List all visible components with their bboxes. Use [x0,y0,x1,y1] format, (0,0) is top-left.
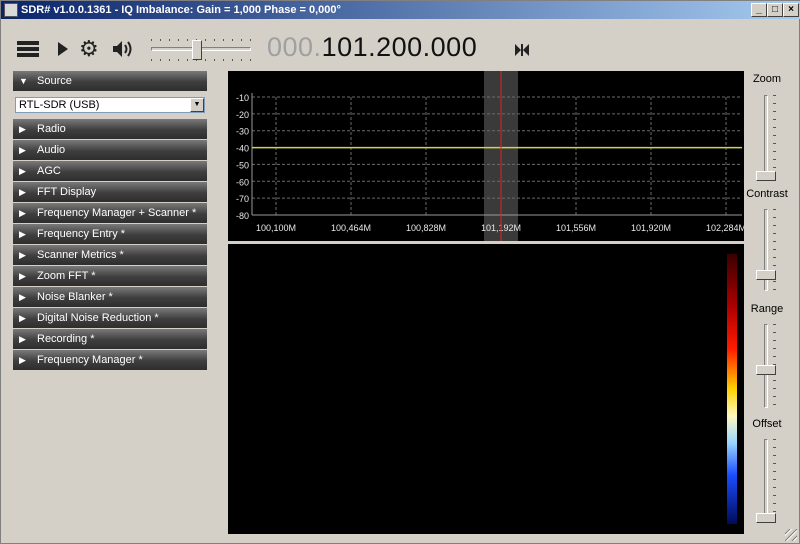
contrast-thumb[interactable] [756,270,776,280]
expand-arrow-icon: ▶ [19,355,26,365]
play-icon[interactable] [53,37,77,61]
panel-header-item[interactable]: ▶ Recording * [13,329,207,349]
offset-slider[interactable] [753,439,781,523]
contrast-slider[interactable] [753,209,781,291]
waterfall-color-bar [727,254,737,524]
source-select-value: RTL-SDR (USB) [19,99,100,111]
y-tick-label: -80 [236,211,249,221]
y-tick-label: -10 [236,93,249,103]
spectrum-plot: -10 -20 -30 -40 -50 -60 -70 -80 100,100M 100,464M… [236,71,744,241]
panel-header-item[interactable]: ▶ Frequency Manager + Scanner * [13,203,207,223]
app-icon[interactable] [4,3,18,17]
panel-header-label: Zoom FFT * [37,270,96,282]
window-title: SDR# v1.0.0.1361 - IQ Imbalance: Gain = … [21,4,341,16]
offset-groove [764,439,768,523]
menu-icon[interactable] [17,37,41,61]
x-tick-label: 100,464M [331,223,371,233]
contrast-label: Contrast [746,188,788,200]
y-tick-label: -60 [236,177,249,187]
expand-arrow-icon: ▶ [19,229,26,239]
panel-header-label: AGC [37,165,61,177]
source-select[interactable]: RTL-SDR (USB) ▼ [15,97,205,113]
panel-header-item[interactable]: ▶ Zoom FFT * [13,266,207,286]
expand-arrow-icon: ▶ [19,124,26,134]
range-slider[interactable] [753,324,781,408]
expand-arrow-icon: ▶ [19,271,26,281]
panel-header-item[interactable]: ▶ Radio [13,119,207,139]
expand-arrow-icon: ▶ [19,166,26,176]
panel-header-item[interactable]: ▶ FFT Display [13,182,207,202]
range-label: Range [750,303,784,315]
y-tick-label: -70 [236,194,249,204]
y-tick-label: -40 [236,144,249,154]
x-tick-label: 102,284M [706,223,744,233]
expand-arrow-icon: ▶ [19,208,26,218]
center-frequency-icon[interactable] [513,41,531,59]
panel-header-label: Radio [37,123,66,135]
zoom-slider[interactable] [753,95,781,181]
panel-header-label: Audio [37,144,66,156]
panel-header-label: Digital Noise Reduction * [37,312,159,324]
panel-header-label: FFT Display [37,186,97,198]
spectrum-display[interactable]: -10 -20 -30 -40 -50 -60 -70 -80 100,100M 100,464M… [228,71,744,241]
panel-header-item[interactable]: ▶ AGC [13,161,207,181]
expand-arrow-icon: ▶ [19,292,26,302]
panel-header-item[interactable]: ▶ Noise Blanker * [13,287,207,307]
collapse-arrow-icon: ▼ [19,76,28,86]
maximize-button[interactable]: □ [767,3,783,17]
title-bar[interactable]: SDR# v1.0.0.1361 - IQ Imbalance: Gain = … [1,1,800,19]
x-tick-label: 101,920M [631,223,671,233]
y-tick-label: -30 [236,127,249,137]
x-tick-label: 100,828M [406,223,446,233]
speaker-icon[interactable] [111,37,135,61]
panel-header-item[interactable]: ▶ Audio [13,140,207,160]
y-tick-label: -20 [236,110,249,120]
panel-list: ▶ Radio ▶ Audio ▶ AGC ▶ FFT Display ▶ Frequency M… [13,119,207,370]
zoom-label: Zoom [752,73,782,85]
panel-header-label: Scanner Metrics * [37,249,124,261]
expand-arrow-icon: ▶ [19,187,26,197]
x-tick-label: 101,556M [556,223,596,233]
panel-header-item[interactable]: ▶ Scanner Metrics * [13,245,207,265]
frequency-value: 101.200.000 [321,32,478,62]
frequency-prefix: 000. [267,32,322,62]
main-window: SDR# v1.0.0.1361 - IQ Imbalance: Gain = … [0,0,800,544]
expand-arrow-icon: ▶ [19,334,26,344]
zoom-thumb[interactable] [756,171,776,181]
y-tick-label: -50 [236,160,249,170]
expand-arrow-icon: ▶ [19,313,26,323]
zoom-groove [764,95,768,181]
range-thumb[interactable] [756,365,776,375]
volume-thumb[interactable] [192,40,202,60]
left-panel: ▼ Source RTL-SDR (USB) ▼ ▶ Radio ▶ Audio ▶ AG… [13,71,207,371]
zoom-ticks [773,95,776,181]
chevron-down-icon[interactable]: ▼ [190,98,204,112]
panel-header-source[interactable]: ▼ Source [13,71,207,91]
minimize-button[interactable]: _ [751,3,767,17]
panel-header-item[interactable]: ▶ Frequency Entry * [13,224,207,244]
panel-header-item[interactable]: ▶ Digital Noise Reduction * [13,308,207,328]
panel-header-label: Frequency Manager + Scanner * [37,207,197,219]
waterfall-display[interactable] [228,244,744,534]
offset-label: Offset [752,418,782,430]
panel-header-label: Frequency Manager * [37,354,143,366]
panel-header-label: Recording * [37,333,95,345]
panel-header-label: Source [37,75,72,87]
x-tick-label: 100,100M [256,223,296,233]
resize-grip[interactable] [785,529,797,541]
offset-thumb[interactable] [756,513,776,523]
gear-icon[interactable]: ⚙ [79,37,103,61]
frequency-display[interactable]: 000.101.200.000 [267,32,477,63]
expand-arrow-icon: ▶ [19,250,26,260]
volume-slider[interactable] [147,37,255,63]
offset-ticks [773,439,776,523]
expand-arrow-icon: ▶ [19,145,26,155]
panel-header-item[interactable]: ▶ Frequency Manager * [13,350,207,370]
close-button[interactable]: × [783,3,799,17]
panel-header-label: Frequency Entry * [37,228,126,240]
panel-header-label: Noise Blanker * [37,291,113,303]
